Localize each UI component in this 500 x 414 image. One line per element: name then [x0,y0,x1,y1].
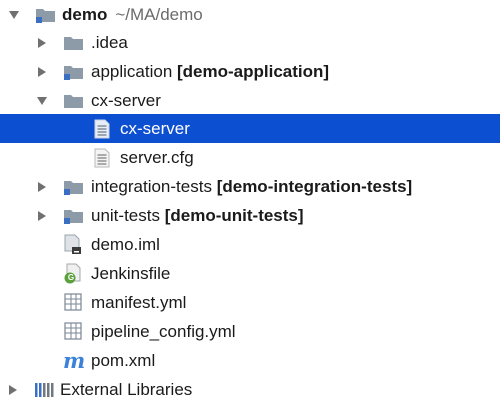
tree-row-cx-server-file[interactable]: cx-server [0,114,500,143]
tree-item-label: manifest.yml [91,293,187,312]
tree-row-unit-tests[interactable]: unit-tests [demo-unit-tests] [0,201,500,230]
chevron-down-icon[interactable] [8,9,20,21]
tree-row-cx-server-folder[interactable]: cx-server [0,86,500,115]
tree-row-application[interactable]: application [demo-application] [0,57,500,86]
tree-item-label: pipeline_config.yml [91,322,236,341]
folder-icon [63,34,83,52]
tree-row-demo[interactable]: demo ~/MA/demo [0,0,500,29]
tree-row-demo-iml[interactable]: demo.iml [0,230,500,259]
chevron-down-icon[interactable] [36,95,48,107]
project-tree: demo ~/MA/demo .idea application [demo-ap… [0,0,500,414]
jenkins-badge-letter: G [67,273,75,282]
tree-item-label: cx-server [120,119,190,138]
module-name: [demo-application] [177,62,330,81]
tree-row-jenkinsfile[interactable]: G Jenkinsfile [0,259,500,288]
tree-row-idea[interactable]: .idea [0,28,500,57]
yaml-table-icon [64,322,84,340]
module-folder-icon [63,63,83,81]
tree-row-external-libraries[interactable]: External Libraries [0,375,500,404]
module-name: [demo-integration-tests] [216,177,413,196]
chevron-right-icon[interactable] [36,210,48,222]
tree-row-integration-tests[interactable]: integration-tests [demo-integration-test… [0,172,500,201]
project-path: ~/MA/demo [115,5,203,24]
tree-row-manifest[interactable]: manifest.yml [0,288,500,317]
tree-item-label: pom.xml [91,351,156,370]
chevron-right-icon[interactable] [7,384,19,396]
tree-item-label: .idea [91,33,128,52]
text-file-icon [94,119,114,139]
project-folder-icon [35,6,55,24]
chevron-right-icon[interactable] [36,181,48,193]
tree-row-pom[interactable]: m pom.xml [0,346,500,375]
folder-icon [63,92,83,110]
tree-item-label: server.cfg [120,148,194,167]
module-folder-icon [63,178,83,196]
tree-item-label: demo.iml [91,235,160,254]
tree-item-label: application [91,62,173,81]
library-icon [34,380,54,398]
tree-row-pipeline-config[interactable]: pipeline_config.yml [0,317,500,346]
yaml-table-icon [64,293,84,311]
tree-item-label: Jenkinsfile [91,264,171,283]
tree-item-label: cx-server [91,91,161,110]
text-file-icon [94,148,114,168]
module-name: [demo-unit-tests] [164,206,304,225]
module-folder-icon [63,207,83,225]
tree-row-server-cfg[interactable]: server.cfg [0,143,500,172]
project-name: demo [62,5,108,24]
tree-item-label: unit-tests [91,206,160,225]
module-file-icon [64,234,84,254]
maven-icon: m [63,348,86,373]
chevron-right-icon[interactable] [36,37,48,49]
tree-item-label: integration-tests [91,177,212,196]
tree-item-label: External Libraries [60,380,193,399]
chevron-right-icon[interactable] [36,66,48,78]
